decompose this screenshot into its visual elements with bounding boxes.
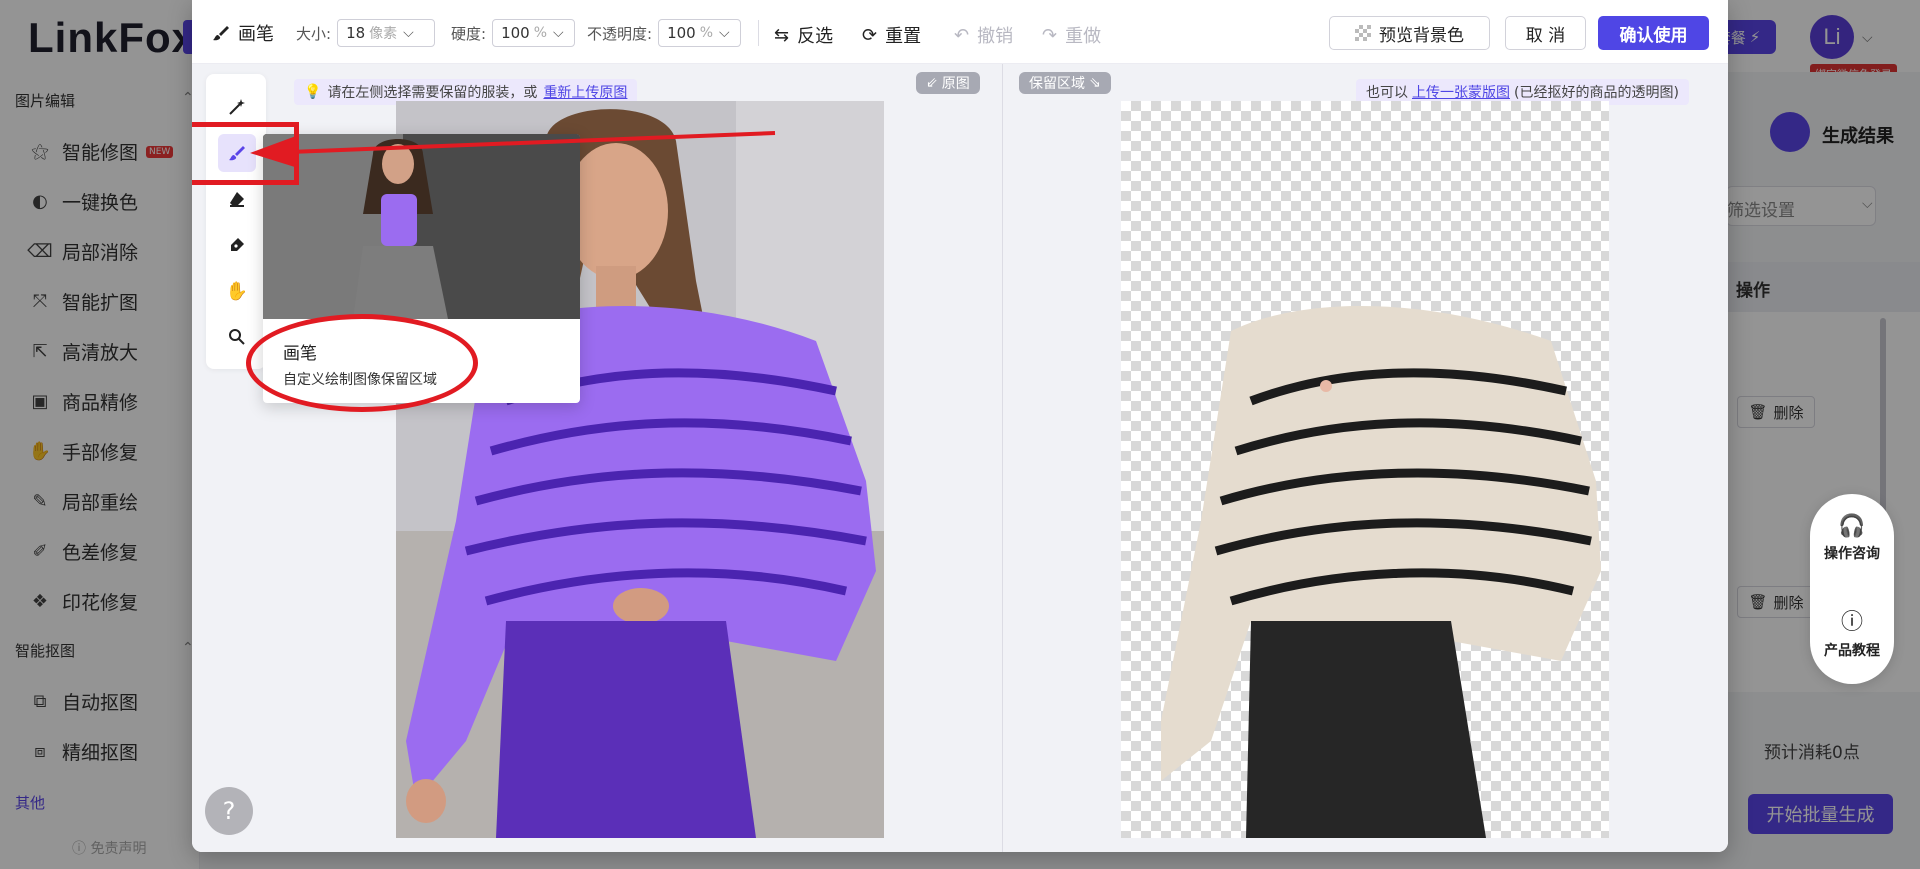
redo-button[interactable]: ↷ 重做 [1042,22,1101,48]
reupload-link[interactable]: 重新上传原图 [543,82,627,102]
hand-icon: ✋ [225,280,249,302]
question-circle-icon: ⓘ [1840,610,1863,635]
keep-area-preview[interactable] [1121,101,1609,838]
opacity-field: 不透明度: 100 % ⌵ [587,19,742,47]
original-tag-label: 原图 [941,76,970,92]
checker-icon [1355,25,1371,41]
hardness-field: 硬度: 100 % ⌵ [451,19,576,47]
reset-icon: ⟳ [862,24,878,46]
current-tool: 画笔 [212,20,274,46]
reset-button[interactable]: ⟳ 重置 [862,22,921,48]
right-tip-prefix: 也可以 [1366,85,1408,101]
opacity-label: 不透明度: [587,24,653,43]
keep-area-tag-label: 保留区域 [1029,76,1085,92]
hardness-label: 硬度: [451,24,487,43]
tool-panel: ✋ [206,74,266,369]
preview-background-label: 预览背景色 [1379,25,1464,46]
size-input[interactable]: 18 像素 ⌵ [337,19,436,47]
hardness-input[interactable]: 100 % ⌵ [492,19,576,47]
magic-wand-icon [229,99,245,115]
eraser-icon [230,192,244,207]
hardness-value: 100 [501,24,530,42]
opacity-value: 100 [667,24,696,42]
lightbulb-icon: 💡 [304,84,322,100]
size-field: 大小: 18 像素 ⌵ [296,19,436,47]
size-value: 18 [346,24,366,42]
original-tag[interactable]: ⇙ 原图 [916,72,980,94]
annotation-arrow-icon [250,131,776,168]
tutorial-label: 产品教程 [1824,643,1880,659]
cancel-button[interactable]: 取 消 [1505,16,1586,50]
left-tip-text: 请在左侧选择需要保留的服装，或 [327,85,538,101]
upload-mask-link[interactable]: 上传一张蒙版图 [1412,82,1510,102]
toolbar-divider [758,20,759,46]
preview-background-button[interactable]: 预览背景色 [1329,16,1490,50]
tutorial-button[interactable]: ⓘ 产品教程 [1810,604,1894,660]
brush-icon [213,26,229,41]
size-label: 大小: [296,24,332,43]
hardness-unit: % [533,25,548,41]
zoom-icon [229,329,245,345]
help-button[interactable]: ? [205,787,253,835]
annotation-ellipse [246,314,478,412]
expand-corner-icon: ⇘ [1089,75,1101,91]
chevron-down-icon[interactable]: ⌵ [403,25,414,41]
keep-area-tag[interactable]: 保留区域 ⇘ [1019,72,1111,94]
opacity-input[interactable]: 100 % ⌵ [658,19,742,47]
cutout-photo [1161,306,1601,838]
undo-button[interactable]: ↶ 撤销 [954,22,1013,48]
redo-icon: ↷ [1042,24,1058,46]
undo-icon: ↶ [954,24,970,46]
redo-label: 重做 [1065,26,1102,47]
pen-tool[interactable] [218,226,256,264]
consult-button[interactable]: 🎧 操作咨询 [1810,514,1894,563]
undo-label: 撤销 [977,26,1014,47]
brush-editor-modal: 画笔 大小: 18 像素 ⌵ 硬度: 100 % ⌵ 不透明度: 100 % ⌵ [192,0,1728,852]
current-tool-label: 画笔 [238,24,274,45]
confirm-button[interactable]: 确认使用 [1598,16,1709,50]
right-tip-suffix: (已经抠好的商品的透明图) [1514,85,1679,101]
shrink-icon: ⇙ [926,75,938,91]
chevron-down-icon[interactable]: ⌵ [553,25,564,41]
eraser-tool[interactable] [218,180,256,218]
chevron-down-icon[interactable]: ⌵ [719,25,730,41]
opacity-unit: % [699,25,714,41]
size-unit: 像素 [369,26,398,42]
invert-button[interactable]: ⇆ 反选 [774,22,833,48]
headset-icon: 🎧 [1838,514,1866,539]
floating-help-widget: 🎧 操作咨询 ⓘ 产品教程 [1810,494,1894,684]
hand-tool[interactable]: ✋ [218,272,256,310]
invert-icon: ⇆ [774,24,790,46]
canvas-divider [1002,64,1003,852]
consult-label: 操作咨询 [1824,546,1880,562]
invert-label: 反选 [797,26,834,47]
editor-toolbar: 画笔 大小: 18 像素 ⌵ 硬度: 100 % ⌵ 不透明度: 100 % ⌵ [192,0,1728,64]
reset-label: 重置 [885,26,922,47]
magic-wand-tool[interactable] [218,88,256,126]
pen-icon [231,238,244,251]
